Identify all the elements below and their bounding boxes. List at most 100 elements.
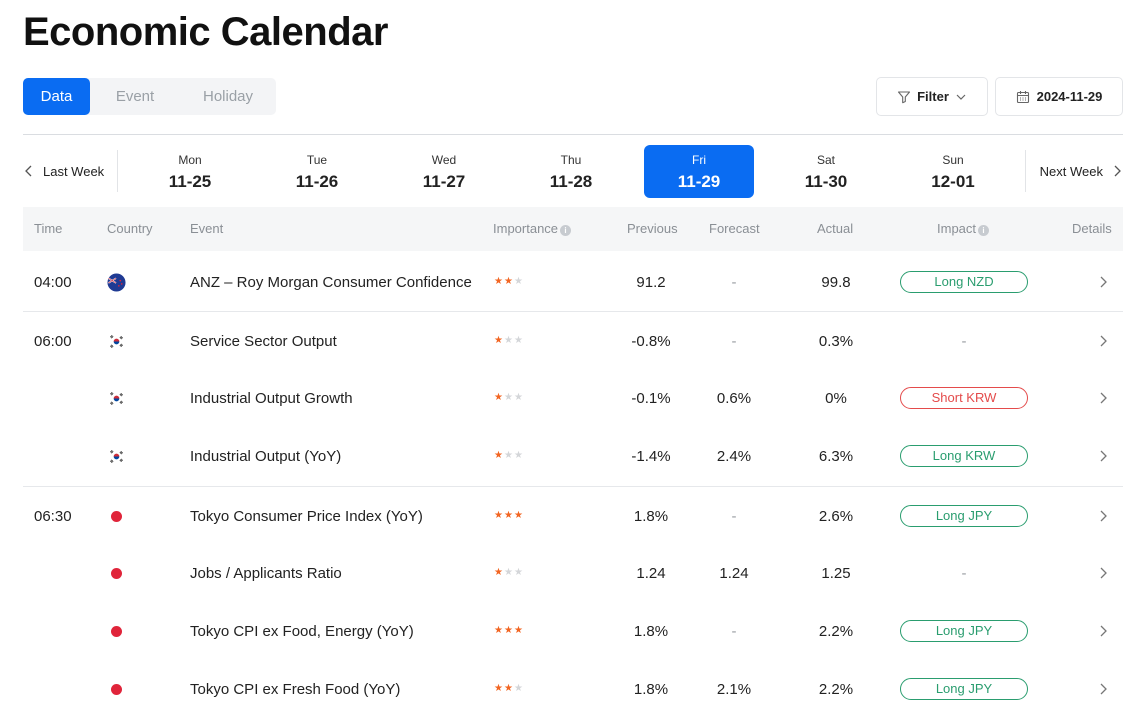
details-button[interactable]	[1093, 312, 1113, 370]
event-name: Industrial Output Growth	[190, 389, 353, 407]
previous-value: 1.8%	[633, 507, 669, 525]
forecast-value: 0.6%	[716, 389, 752, 407]
star-icon: ★	[494, 683, 503, 694]
forecast-value: 2.1%	[716, 680, 752, 698]
star-icon: ★	[494, 276, 503, 287]
details-button[interactable]	[1093, 660, 1113, 718]
country-cell	[106, 253, 126, 311]
chevron-right-icon	[1100, 450, 1107, 462]
day-thu[interactable]: Thu 11-28	[516, 145, 626, 198]
event-name: Tokyo Consumer Price Index (YoY)	[190, 507, 423, 525]
actual-value: 2.2%	[818, 680, 854, 698]
chevron-left-icon	[25, 165, 32, 177]
table-row[interactable]: 06:00 Service Sector Output ★ ★ ★ -0.8% - …	[23, 311, 1123, 369]
country-cell	[106, 427, 126, 485]
table-row[interactable]: Tokyo CPI ex Food, Energy (YoY) ★ ★ ★ 1.8%…	[23, 602, 1123, 660]
day-sun[interactable]: Sun 12-01	[898, 145, 1008, 198]
column-header-event: Event	[190, 221, 224, 236]
importance-stars: ★ ★ ★	[494, 312, 523, 370]
impact-badge: Short KRW	[900, 387, 1028, 409]
day-of-week: Tue	[306, 153, 328, 167]
event-time: 06:30	[34, 507, 72, 525]
country-cell	[106, 369, 126, 427]
forecast-value: -	[731, 622, 737, 640]
next-week-label: Next Week	[1039, 163, 1103, 179]
forecast-value: -	[731, 332, 737, 350]
table-row[interactable]: 04:00 ANZ – Roy Morgan Consumer Confiden…	[23, 253, 1123, 311]
day-tue[interactable]: Tue 11-26	[262, 145, 372, 198]
previous-value: 1.8%	[633, 622, 669, 640]
table-row[interactable]: 06:30 Tokyo Consumer Price Index (YoY) ★…	[23, 486, 1123, 544]
day-date: 11-29	[677, 172, 721, 191]
table-row[interactable]: Industrial Output (YoY) ★ ★ ★ -1.4% 2.4% 6…	[23, 427, 1123, 485]
actual-value: 2.2%	[818, 622, 854, 640]
impact-cell: Long JPY	[900, 602, 1028, 660]
chevron-right-icon	[1100, 510, 1107, 522]
previous-value: 91.2	[636, 273, 666, 291]
country-cell	[106, 487, 126, 545]
previous-value: -0.1%	[631, 389, 671, 407]
day-of-week: Sat	[816, 153, 835, 167]
impact-badge: Long JPY	[900, 678, 1028, 700]
table-row[interactable]: Industrial Output Growth ★ ★ ★ -0.1% 0.6% …	[23, 369, 1123, 427]
new-zealand-flag-icon	[106, 272, 126, 292]
event-name: Tokyo CPI ex Fresh Food (YoY)	[190, 680, 401, 698]
column-header-country: Country	[107, 221, 153, 236]
star-icon: ★	[494, 625, 503, 636]
day-fri[interactable]: Fri 11-29	[644, 145, 754, 198]
day-of-week: Wed	[431, 153, 457, 167]
country-cell	[106, 660, 126, 718]
details-button[interactable]	[1093, 487, 1113, 545]
previous-value: 1.24	[636, 564, 666, 582]
star-icon: ★	[494, 567, 503, 578]
previous-value: 1.8%	[633, 680, 669, 698]
table-row[interactable]: Tokyo CPI ex Fresh Food (YoY) ★ ★ ★ 1.8% 2…	[23, 660, 1123, 718]
table-row[interactable]: Jobs / Applicants Ratio ★ ★ ★ 1.24 1.24 1.…	[23, 544, 1123, 602]
details-button[interactable]	[1093, 602, 1113, 660]
star-icon: ★	[503, 683, 513, 694]
date-picker-button[interactable]: 2024-11-29	[995, 77, 1123, 116]
details-button[interactable]	[1093, 427, 1113, 485]
details-button[interactable]	[1093, 253, 1113, 311]
column-header-impact-label: Impact	[937, 221, 977, 236]
day-mon[interactable]: Mon 11-25	[135, 145, 245, 198]
event-name: Jobs / Applicants Ratio	[190, 564, 342, 582]
star-icon: ★	[513, 567, 523, 578]
japan-flag-icon	[110, 567, 122, 579]
last-week-button[interactable]: Last Week	[23, 135, 118, 207]
column-header-forecast: Forecast	[709, 221, 760, 236]
day-of-week: Mon	[178, 153, 202, 167]
south-korea-flag-icon	[106, 388, 126, 408]
tab-holiday[interactable]: Holiday	[180, 78, 276, 115]
tab-data[interactable]: Data	[23, 78, 90, 115]
forecast-value: 2.4%	[716, 447, 752, 465]
next-week-button[interactable]: Next Week	[1026, 135, 1123, 207]
star-icon: ★	[494, 510, 503, 521]
country-cell	[106, 312, 126, 370]
actual-value: 2.6%	[818, 507, 854, 525]
impact-badge: Long JPY	[900, 620, 1028, 642]
importance-stars: ★ ★ ★	[494, 660, 523, 718]
impact-badge: Long NZD	[900, 271, 1028, 293]
view-tabs: Data Event Holiday	[23, 78, 276, 115]
column-header-previous: Previous	[627, 221, 678, 236]
importance-stars: ★ ★ ★	[494, 602, 523, 660]
filter-button[interactable]: Filter	[876, 77, 988, 116]
info-icon[interactable]: i	[978, 225, 990, 236]
tab-event[interactable]: Event	[90, 78, 180, 115]
impact-cell: Long KRW	[900, 427, 1028, 485]
divider	[117, 150, 118, 192]
forecast-value: 1.24	[719, 564, 749, 582]
event-name: Industrial Output (YoY)	[190, 447, 342, 465]
star-icon: ★	[513, 625, 523, 636]
week-navigator: Last Week Mon 11-25 Tue 11-26 Wed 11-27 …	[0, 135, 1146, 207]
details-button[interactable]	[1093, 369, 1113, 427]
day-of-week: Fri	[692, 153, 706, 167]
day-wed[interactable]: Wed 11-27	[389, 145, 499, 198]
day-sat[interactable]: Sat 11-30	[771, 145, 881, 198]
info-icon[interactable]: i	[560, 225, 572, 236]
filter-icon	[898, 90, 911, 103]
date-value: 2024-11-29	[1036, 89, 1103, 104]
impact-value: -	[961, 564, 967, 582]
details-button[interactable]	[1093, 544, 1113, 602]
